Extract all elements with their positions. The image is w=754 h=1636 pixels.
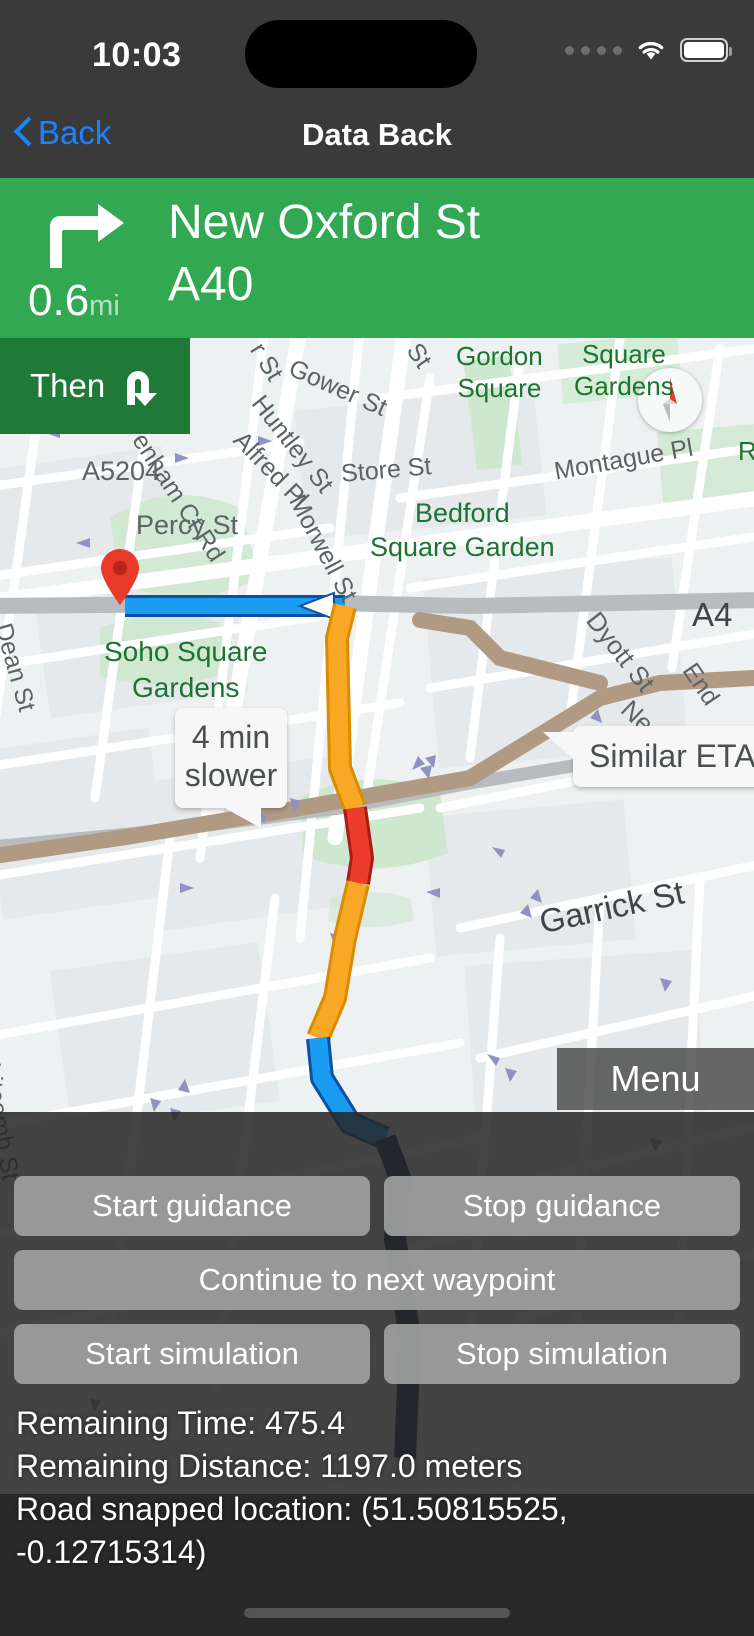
menu-button[interactable]: Menu xyxy=(557,1048,754,1110)
continue-next-waypoint-button[interactable]: Continue to next waypoint xyxy=(14,1250,740,1310)
map-pin-icon xyxy=(98,548,142,606)
then-banner: Then xyxy=(0,338,190,434)
control-panel: Start guidance Stop guidance Continue to… xyxy=(0,1112,754,1636)
remaining-time-text: Remaining Time: 475.4 xyxy=(16,1405,346,1441)
home-indicator[interactable] xyxy=(244,1608,510,1618)
maneuver-street-names: New Oxford St A40 xyxy=(168,192,480,316)
callout-slower-line2: slower xyxy=(184,757,278,793)
stop-guidance-button[interactable]: Stop guidance xyxy=(384,1176,740,1236)
maneuver-primary-street: New Oxford St xyxy=(168,196,481,249)
callout-similar-eta[interactable]: Similar ETA xyxy=(543,726,754,787)
stop-simulation-button[interactable]: Stop simulation xyxy=(384,1324,740,1384)
callout-slower-line1: 4 min xyxy=(191,719,271,755)
status-bar-indicators xyxy=(565,38,732,62)
road-snapped-location-l1: Road snapped location: (51.50815525, xyxy=(16,1491,568,1527)
guidance-banner: 0.6mi New Oxford St A40 xyxy=(0,178,754,338)
battery-icon xyxy=(680,38,732,62)
phone-screen: 10:03 Back Data Back 0.6mi New Oxford St… xyxy=(0,0,754,1636)
guidance-button-row: Start guidance Stop guidance xyxy=(14,1176,740,1236)
wifi-icon xyxy=(636,39,666,61)
dynamic-island xyxy=(245,20,477,88)
waypoint-button-row: Continue to next waypoint xyxy=(14,1250,740,1310)
status-readout: Remaining Time: 475.4 Remaining Distance… xyxy=(16,1402,742,1574)
u-turn-right-icon xyxy=(119,365,161,407)
status-bar: 10:03 xyxy=(0,0,754,100)
then-banner-label: Then xyxy=(30,367,106,404)
maneuver-distance-unit: mi xyxy=(89,290,120,322)
maneuver-distance-value: 0.6 xyxy=(28,276,90,325)
compass-icon[interactable] xyxy=(638,368,702,432)
maneuver-secondary-street: A40 xyxy=(168,258,254,311)
simulation-button-row: Start simulation Stop simulation xyxy=(14,1324,740,1384)
cellular-dots-icon xyxy=(565,45,622,55)
start-guidance-button[interactable]: Start guidance xyxy=(14,1176,370,1236)
turn-right-icon xyxy=(40,200,126,270)
road-snapped-location-l2: -0.12715314) xyxy=(16,1534,207,1570)
remaining-distance-text: Remaining Distance: 1197.0 meters xyxy=(16,1448,523,1484)
navigation-bar: Back Data Back xyxy=(0,100,754,178)
page-title: Data Back xyxy=(302,117,452,152)
start-simulation-button[interactable]: Start simulation xyxy=(14,1324,370,1384)
maneuver-distance: 0.6mi xyxy=(28,276,120,326)
status-bar-time: 10:03 xyxy=(92,36,182,74)
callout-slower-route[interactable]: 4 min slower xyxy=(175,708,287,828)
